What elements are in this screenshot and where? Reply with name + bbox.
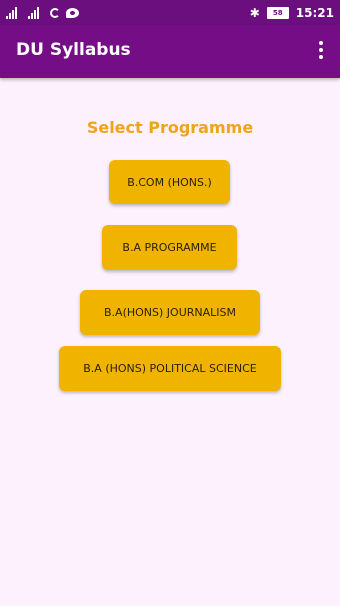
signal-icon (28, 6, 44, 19)
page-heading: Select Programme (86, 118, 254, 137)
status-time: 15:21 (295, 5, 334, 20)
sync-icon (50, 7, 60, 18)
programme-button-ba-programme[interactable]: B.A PROGRAMME (102, 225, 237, 270)
status-bar: ✱ 58 15:21 (0, 0, 340, 25)
status-left-icons (6, 3, 79, 22)
chat-icon (66, 7, 79, 18)
battery-level: 58 (272, 8, 283, 17)
app-title: DU Syllabus (16, 40, 131, 60)
bluetooth-icon: ✱ (249, 5, 260, 20)
app-bar: DU Syllabus (0, 25, 340, 78)
status-right-icons: ✱ 58 15:21 (250, 3, 334, 22)
battery-icon: 58 (266, 6, 289, 19)
overflow-menu-icon[interactable] (310, 39, 332, 61)
programme-button-ba-hons-journalism[interactable]: B.A(HONS) JOURNALISM (80, 290, 260, 335)
signal-icon (6, 6, 22, 19)
programme-button-ba-hons-political-science[interactable]: B.A (HONS) POLITICAL SCIENCE (59, 346, 281, 391)
programme-button-bcom-hons[interactable]: B.COM (HONS.) (109, 160, 230, 204)
